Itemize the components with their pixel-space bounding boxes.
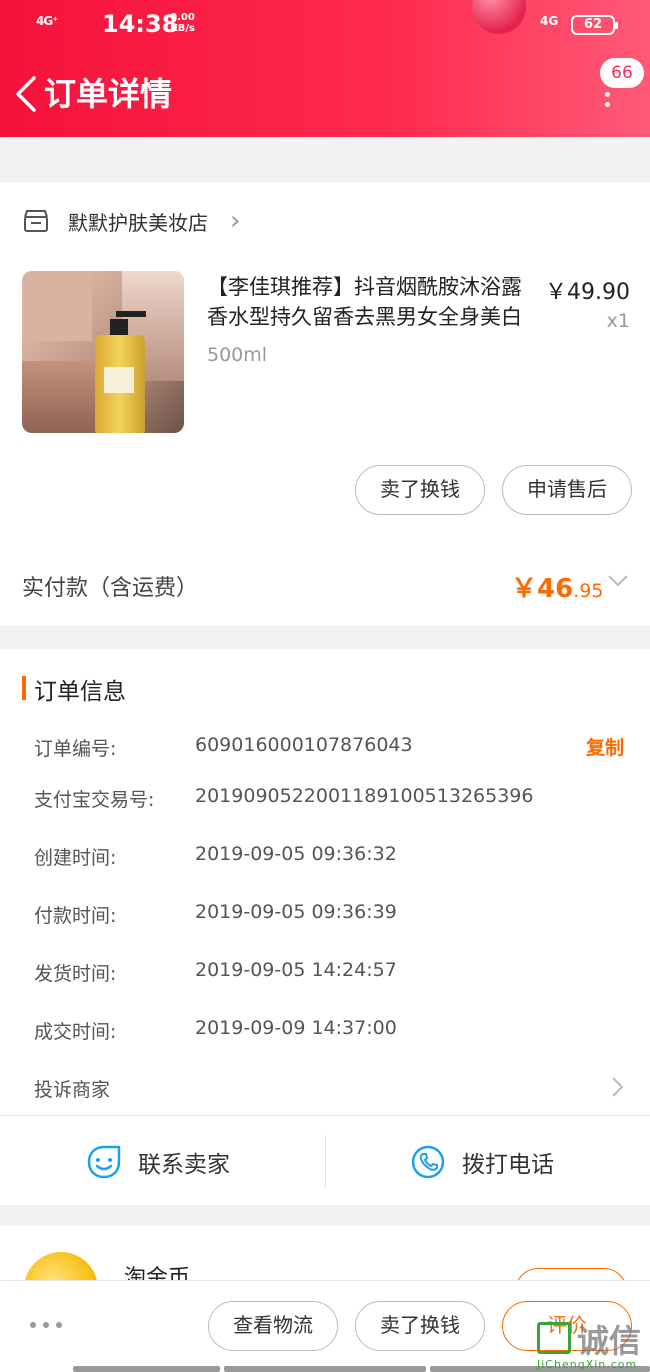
status-time: 14:38 (102, 10, 179, 38)
created-time-label: 创建时间: (34, 847, 117, 869)
product-thumbnail[interactable] (22, 271, 184, 433)
page-title: 订单详情 (44, 75, 173, 113)
network-speed-unit: KB/s (170, 23, 195, 34)
chevron-right-icon (612, 1077, 624, 1097)
view-logistics-button[interactable]: 查看物流 (208, 1301, 338, 1351)
more-menu-icon[interactable] (598, 92, 616, 112)
watermark-url: JiChengXin.com (537, 1358, 638, 1371)
divider (0, 1115, 650, 1116)
signal-indicator: 4G⁺ (36, 14, 59, 28)
paid-amount-decimal: .95 (573, 580, 604, 602)
shipped-time-value: 2019-09-05 14:24:57 (195, 959, 397, 981)
divider (325, 1135, 326, 1187)
shop-icon (24, 210, 48, 232)
paid-amount-label: 实付款（含运费） (22, 576, 199, 601)
paid-amount-main: ￥46 (511, 574, 574, 604)
network-speed-value: 0.00 (170, 12, 195, 23)
back-arrow-icon[interactable] (12, 74, 42, 114)
phone-icon (411, 1145, 445, 1179)
message-count-badge[interactable]: 66 (600, 58, 644, 88)
product-price: ￥49.90 (545, 280, 630, 305)
contact-seller-button[interactable]: 联系卖家 (86, 1140, 230, 1184)
shop-link[interactable]: 默默护肤美妆店 › (22, 205, 240, 237)
watermark-logo: 诚信 JiChengXin.com (533, 1314, 650, 1372)
alipay-trade-value: 2019090522001189100513265396 (195, 785, 534, 807)
product-quantity: x1 (606, 310, 630, 332)
chevron-right-icon: › (230, 206, 241, 236)
complain-merchant-link[interactable]: 投诉商家 (34, 1075, 110, 1102)
home-indicator (73, 1366, 220, 1372)
contact-seller-label: 联系卖家 (138, 1152, 230, 1178)
shop-name: 默默护肤美妆店 (68, 210, 208, 235)
order-info-title: 订单信息 (34, 679, 126, 705)
decorative-bubble (472, 0, 526, 34)
app-header: 4G⁺ 14:38 0.00 KB/s 4G 62 订单详情 66 (0, 0, 650, 137)
completed-time-value: 2019-09-09 14:37:00 (195, 1017, 397, 1039)
completed-time-label: 成交时间: (34, 1021, 117, 1043)
chat-face-icon (87, 1145, 121, 1179)
call-phone-button[interactable]: 拨打电话 (410, 1140, 554, 1184)
more-dots-icon[interactable] (30, 1322, 62, 1330)
paid-amount: ￥46.95 (511, 568, 603, 605)
product-title[interactable]: 【李佳琪推荐】抖音烟酰胺沐浴露香水型持久留香去黑男女全身美白 (207, 272, 537, 332)
shipped-time-label: 发货时间: (34, 963, 117, 985)
copy-order-number-button[interactable]: 复制 (586, 733, 624, 760)
created-time-value: 2019-09-05 09:36:32 (195, 843, 397, 865)
paid-time-value: 2019-09-05 09:36:39 (195, 901, 397, 923)
section-accent-bar (22, 676, 26, 700)
sell-for-cash-button-bottom[interactable]: 卖了换钱 (355, 1301, 485, 1351)
network-type: 4G (540, 14, 559, 28)
order-number-label: 订单编号: (34, 738, 117, 760)
network-speed: 0.00 KB/s (170, 12, 195, 34)
paid-time-label: 付款时间: (34, 905, 117, 927)
order-number-value: 609016000107876043 (195, 734, 413, 756)
sell-for-cash-button[interactable]: 卖了换钱 (355, 465, 485, 515)
request-aftersale-button[interactable]: 申请售后 (502, 465, 632, 515)
battery-indicator: 62 (571, 15, 618, 35)
call-phone-label: 拨打电话 (462, 1152, 554, 1178)
watermark-text: 诚信 (577, 1322, 642, 1360)
status-bar: 4G⁺ 14:38 0.00 KB/s 4G 62 (0, 0, 650, 50)
home-indicator (224, 1366, 426, 1372)
chevron-down-icon[interactable] (606, 572, 630, 590)
product-spec: 500ml (207, 344, 268, 366)
alipay-trade-label: 支付宝交易号: (34, 789, 155, 811)
